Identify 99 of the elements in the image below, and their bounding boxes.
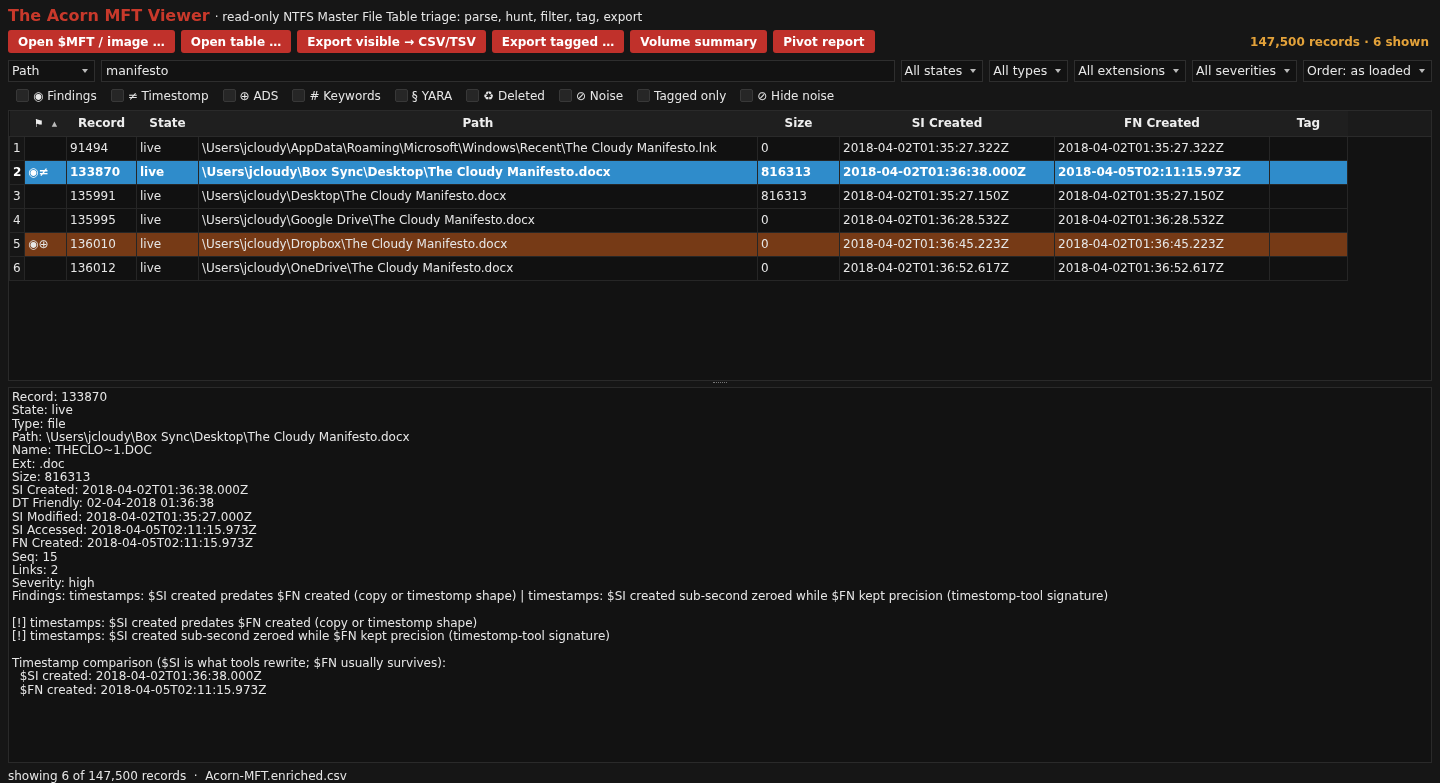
- checkbox-label[interactable]: # Keywords: [309, 88, 381, 103]
- detail-line: Links: 2: [12, 563, 60, 577]
- column-header[interactable]: Path: [198, 110, 758, 136]
- detail-line: Severity: high: [12, 577, 95, 591]
- toolbar-button[interactable]: Volume summary: [630, 30, 768, 54]
- table-cell: 135991: [66, 184, 137, 208]
- detail-line: Path: \Users\jcloudy\Box Sync\Desktop\The Cloudy Manifesto.docx: [12, 430, 411, 445]
- table-cell: 2018-04-02T01:35:27.322Z: [1054, 136, 1270, 160]
- table-cell: \Users\jcloudy\Dropbox\The Cloudy Manifesto.docx: [198, 232, 758, 256]
- app-subtitle: · read-only NTFS Master File Table triage: parse, hunt, filter, tag, export: [214, 10, 643, 24]
- detail-line: Timestamp comparison ($SI is what tools rewrite; $FN usually survives):: [12, 656, 447, 671]
- table-cell: live: [136, 256, 199, 280]
- detail-line: SI Created: 2018-04-02T01:36:38.000Z: [12, 484, 250, 498]
- column-header[interactable]: Record: [66, 110, 137, 136]
- filter-dropdown[interactable]: All states: [900, 59, 984, 82]
- checkbox[interactable]: [466, 89, 480, 103]
- table-cell: \Users\jcloudy\OneDrive\The Cloudy Manifesto.docx: [198, 256, 758, 280]
- detail-line: $SI created: 2018-04-02T01:36:38.000Z: [19, 670, 263, 684]
- field-dropdown[interactable]: Path: [8, 59, 95, 82]
- checkbox-label[interactable]: ⊘ Noise: [575, 88, 624, 103]
- checkbox[interactable]: [740, 89, 754, 103]
- toolbar-button[interactable]: Export visible → CSV/TSV: [297, 30, 486, 54]
- table-cell: 2018-04-02T01:36:52.617Z: [1054, 256, 1270, 280]
- detail-line: Size: 816313: [12, 470, 92, 484]
- detail-line: State: live: [12, 404, 74, 418]
- table-cell: 816313: [757, 184, 840, 208]
- detail-line: $FN created: 2018-04-05T02:11:15.973Z: [18, 683, 268, 697]
- table-cell: 91494: [66, 136, 137, 160]
- table-cell: live: [136, 184, 199, 208]
- column-header[interactable]: SI Created: [839, 110, 1055, 136]
- checkbox-label[interactable]: ⊕ ADS: [239, 88, 279, 103]
- table-cell: 2018-04-02T01:35:27.150Z: [839, 184, 1055, 208]
- table-cell: live: [136, 208, 199, 232]
- checkbox-label[interactable]: § YARA: [411, 88, 453, 103]
- table-cell: 2018-04-02T01:36:28.532Z: [1054, 208, 1270, 232]
- checkbox[interactable]: [222, 89, 236, 103]
- filter-dropdown[interactable]: All severities: [1192, 59, 1297, 82]
- column-header[interactable]: FN Created: [1054, 110, 1270, 136]
- table-cell: \Users\jcloudy\Desktop\The Cloudy Manifesto.docx: [198, 184, 758, 208]
- detail-line: Findings: timestamps: $SI created predates $FN created (copy or timestomp shape) | timestamps: $SI created sub-second zeroed while $FN kept precision (timestomp-tool signature): [12, 590, 1110, 604]
- table-cell: 2018-04-02T01:36:52.617Z: [839, 256, 1055, 280]
- row-number: 6: [9, 256, 25, 280]
- checkbox[interactable]: [637, 89, 651, 103]
- status-text: showing 6 of 147,500 records · Acorn-MFT.enriched.csv: [8, 768, 348, 783]
- row-number: 5: [9, 232, 25, 256]
- table-cell: 2018-04-02T01:35:27.150Z: [1054, 184, 1270, 208]
- detail-line: DT Friendly: 02-04-2018 01:36:38: [12, 497, 216, 511]
- toolbar-button[interactable]: Open $MFT / image …: [8, 30, 175, 54]
- table-cell: 136012: [66, 256, 137, 280]
- app-title: The Acorn MFT Viewer: [8, 6, 210, 25]
- column-header[interactable]: Size: [757, 110, 840, 136]
- table-cell: \Users\jcloudy\Box Sync\Desktop\The Cloudy Manifesto.docx: [198, 160, 758, 184]
- checkbox[interactable]: [558, 89, 572, 103]
- record-count: 147,500 records · 6 shown: [1250, 34, 1430, 49]
- detail-line: SI Modified: 2018-04-02T01:35:27.000Z: [12, 510, 253, 524]
- detail-line: Type: file: [12, 417, 66, 431]
- detail-line: [!] timestamps: $SI created predates $FN created (copy or timestomp shape): [12, 617, 478, 631]
- checkbox[interactable]: [110, 89, 124, 103]
- toolbar-button[interactable]: Export tagged …: [491, 30, 625, 54]
- toolbar-button[interactable]: Open table …: [180, 30, 292, 54]
- column-header[interactable]: State: [136, 110, 199, 136]
- checkbox[interactable]: [394, 89, 408, 103]
- search-field[interactable]: manifesto: [101, 59, 895, 82]
- row-number: 3: [9, 184, 25, 208]
- checkbox-label[interactable]: ◉ Findings: [33, 88, 97, 103]
- table-cell: 2018-04-02T01:36:45.223Z: [839, 232, 1055, 256]
- checkbox-label[interactable]: ≠ Timestomp: [127, 88, 209, 103]
- toolbar-button[interactable]: Pivot report: [773, 30, 875, 54]
- table-cell: 2018-04-02T01:36:28.532Z: [839, 208, 1055, 232]
- table-cell: 135995: [66, 208, 137, 232]
- checkbox-label[interactable]: ♻ Deleted: [483, 88, 545, 103]
- table-cell: \Users\jcloudy\Google Drive\The Cloudy Manifesto.docx: [198, 208, 758, 232]
- table-cell: 2018-04-02T01:36:45.223Z: [1054, 232, 1270, 256]
- table-cell: 2018-04-05T02:11:15.973Z: [1054, 160, 1270, 184]
- checkbox[interactable]: [16, 89, 29, 103]
- detail-line: FN Created: 2018-04-05T02:11:15.973Z: [12, 537, 254, 551]
- detail-line: Name: THECLO~1.DOC: [12, 444, 152, 458]
- row-number: 4: [9, 208, 25, 232]
- checkbox[interactable]: [292, 89, 306, 103]
- table-cell: 2018-04-02T01:36:38.000Z: [839, 160, 1055, 184]
- table-cell: 0: [757, 256, 840, 280]
- table-cell: \Users\jcloudy\AppData\Roaming\Microsoft\Windows\Recent\The Cloudy Manifesto.lnk: [198, 136, 758, 160]
- table-cell: 0: [757, 136, 840, 160]
- column-header[interactable]: Tag: [1269, 110, 1348, 136]
- detail-line: Record: 133870: [12, 391, 109, 404]
- detail-line: Ext: .doc: [12, 457, 66, 471]
- detail-line: Seq: 15: [12, 550, 59, 564]
- detail-line: SI Accessed: 2018-04-05T02:11:15.973Z: [12, 524, 258, 537]
- filter-dropdown[interactable]: Order: as loaded: [1303, 59, 1432, 82]
- filter-dropdown[interactable]: All extensions: [1074, 59, 1187, 82]
- row-number: 2: [9, 160, 25, 184]
- checkbox-label[interactable]: Tagged only: [654, 88, 727, 103]
- checkbox-label[interactable]: ⊘ Hide noise: [757, 88, 835, 103]
- table-cell: 2018-04-02T01:35:27.322Z: [839, 136, 1055, 160]
- detail-line: [!] timestamps: $SI created sub-second zeroed while $FN kept precision (timestomp-tool signature): [12, 630, 611, 644]
- filter-dropdown[interactable]: All types: [989, 59, 1069, 82]
- table-cell: live: [136, 136, 199, 160]
- table-cell: 0: [757, 208, 840, 232]
- row-number: 1: [9, 136, 25, 160]
